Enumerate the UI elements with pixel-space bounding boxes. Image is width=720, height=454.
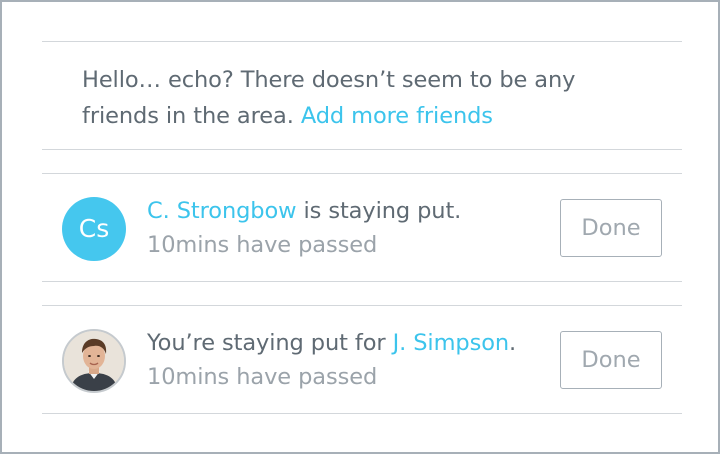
notification-message: C. Strongbow is staying put. — [147, 194, 547, 228]
message-suffix: . — [509, 330, 517, 356]
notification-panel: Hello… echo? There doesn’t seem to be an… — [0, 0, 720, 454]
notification-text: You’re staying put for J. Simpson. 10min… — [147, 326, 547, 394]
elapsed-time: 10mins have passed — [147, 364, 378, 390]
divider — [42, 281, 682, 282]
add-more-friends-link[interactable]: Add more friends — [301, 103, 493, 129]
message-text: is staying put. — [296, 198, 462, 224]
empty-friends-notice: Hello… echo? There doesn’t seem to be an… — [82, 62, 642, 134]
notification-item: You’re staying put for J. Simpson. 10min… — [42, 306, 682, 414]
divider — [42, 413, 682, 414]
friend-name-link[interactable]: J. Simpson — [393, 330, 510, 356]
divider — [42, 149, 682, 150]
done-button[interactable]: Done — [560, 199, 662, 257]
avatar-photo[interactable] — [62, 329, 126, 393]
friend-name-link[interactable]: C. Strongbow — [147, 198, 297, 224]
notification-message: You’re staying put for J. Simpson. — [147, 326, 547, 360]
message-prefix: You’re staying put for — [147, 330, 393, 356]
done-button[interactable]: Done — [560, 331, 662, 389]
avatar-initials[interactable]: Cs — [62, 197, 126, 261]
notification-text: C. Strongbow is staying put. 10mins have… — [147, 194, 547, 262]
person-portrait-icon — [64, 331, 124, 391]
elapsed-time: 10mins have passed — [147, 232, 378, 258]
notification-item: Cs C. Strongbow is staying put. 10mins h… — [42, 174, 682, 282]
divider — [42, 41, 682, 42]
